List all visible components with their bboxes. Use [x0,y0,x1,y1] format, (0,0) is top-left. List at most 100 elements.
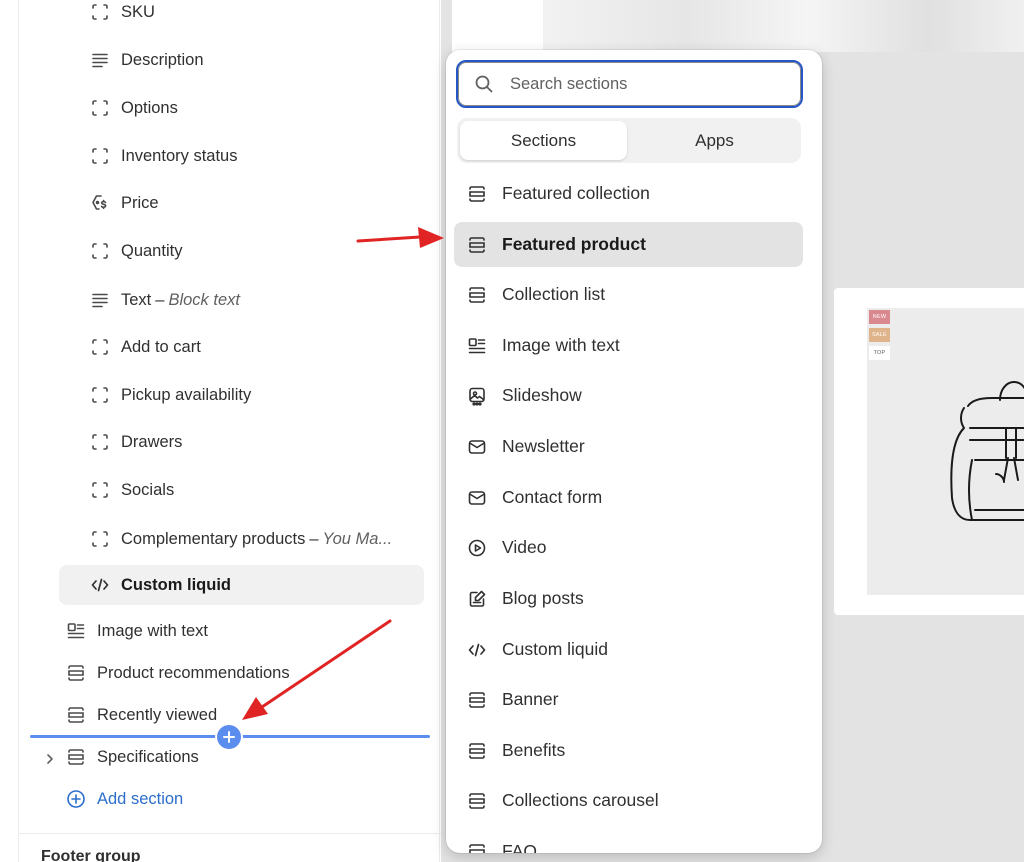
footer-group-heading: Footer group [41,848,141,862]
block-icon [89,145,111,167]
picker-item-label: Banner [502,689,559,709]
block-icon [89,97,111,119]
picker-item-label: Slideshow [502,385,582,405]
picker-item-benefits[interactable]: Benefits [454,728,803,773]
block-item-sku[interactable]: SKU [89,0,155,32]
slideshow-icon [466,385,488,407]
section-item-image-with-text[interactable]: Image with text [65,611,208,651]
picker-item-label: Collection list [502,284,606,304]
tab-apps[interactable]: Apps [631,121,798,160]
block-item-inventory-status[interactable]: Inventory status [89,136,237,176]
block-item-pickup-availability[interactable]: Pickup availability [89,375,251,415]
picker-item-label: Contact form [502,487,603,507]
block-label: Price [121,193,159,212]
block-item-quantity[interactable]: Quantity [89,231,182,271]
block-label: Custom liquid [121,575,231,594]
block-icon [89,240,111,262]
section-icon [466,841,488,853]
block-item-text[interactable]: Text – Block text [89,280,240,320]
block-label: Quantity [121,241,183,260]
divider [19,833,441,834]
search-input[interactable] [510,70,780,98]
block-label: Add to cart [121,337,201,356]
block-suffix-text: You Ma... [322,529,393,548]
block-item-complementary-products[interactable]: Complementary products – You Ma... [89,519,392,559]
insert-section-button[interactable] [215,723,243,751]
tab-sections[interactable]: Sections [460,121,627,160]
picker-item-label: Video [502,537,547,557]
block-label: Drawers [121,432,183,451]
block-label: Description [121,50,204,69]
block-label: Complementary products [121,529,306,548]
section-icon [466,234,488,256]
section-icon [466,689,488,711]
section-label: Product recommendations [97,663,290,682]
picker-item-banner[interactable]: Banner [454,677,803,722]
block-icon [89,384,111,406]
section-icon [466,790,488,812]
section-icon [65,746,87,768]
search-field[interactable] [456,60,803,108]
price-tag-icon [89,192,111,214]
picker-tabs: Sections Apps [457,118,801,163]
section-label: Specifications [97,747,199,766]
block-label: SKU [121,2,155,21]
image-text-icon [466,335,488,357]
section-item-specifications[interactable]: Specifications [65,737,199,777]
section-label: Recently viewed [97,705,218,724]
block-item-drawers[interactable]: Drawers [89,422,182,462]
block-label: Pickup availability [121,385,252,404]
badge-new: NEW [869,310,890,324]
picker-item-featured-collection[interactable]: Featured collection [454,171,803,216]
chevron-right-icon[interactable] [43,752,57,766]
image-text-icon [65,620,87,642]
block-item-custom-liquid[interactable]: Custom liquid [59,565,424,605]
picker-item-label: Collections carousel [502,790,659,810]
left-gutter [0,0,18,862]
picker-item-faq[interactable]: FAQ [454,829,803,853]
section-picker-popover: Sections Apps Featured collection Featur… [446,50,822,853]
section-icon [466,740,488,762]
text-lines-icon [89,49,111,71]
section-item-recently-viewed[interactable]: Recently viewed [65,695,217,735]
picker-item-custom-liquid[interactable]: Custom liquid [454,627,803,672]
block-icon [89,479,111,501]
picker-item-label: Image with text [502,335,620,355]
section-icon [65,662,87,684]
add-section-button[interactable]: Add section [65,779,183,819]
block-item-add-to-cart[interactable]: Add to cart [89,327,201,367]
block-suffix: – Block text [155,291,240,310]
picker-item-slideshow[interactable]: Slideshow [454,373,803,418]
picker-item-label: FAQ [502,841,538,853]
backpack-illustration [950,381,1024,521]
block-item-options[interactable]: Options [89,88,178,128]
picker-item-collection-list[interactable]: Collection list [454,272,803,317]
section-label: Image with text [97,621,208,640]
plus-circle-icon [65,788,87,810]
blog-icon [466,588,488,610]
picker-item-collections-carousel[interactable]: Collections carousel [454,778,803,823]
block-label: Text [121,290,152,309]
add-section-label: Add section [97,789,184,808]
block-label: Inventory status [121,146,238,165]
preview-hero-image [543,0,1024,52]
block-icon [89,1,111,23]
block-item-description[interactable]: Description [89,40,204,80]
section-item-product-recommendations[interactable]: Product recommendations [65,653,290,693]
block-item-socials[interactable]: Socials [89,470,174,510]
picker-item-newsletter[interactable]: Newsletter [454,424,803,469]
plus-icon [223,731,235,743]
picker-item-blog-posts[interactable]: Blog posts [454,576,803,621]
picker-item-label: Featured product [502,234,646,254]
suffix-dash: – [309,529,319,548]
picker-item-contact-form[interactable]: Contact form [454,475,803,520]
section-icon [65,704,87,726]
envelope-icon [466,436,488,458]
text-lines-icon [89,289,111,311]
picker-item-image-with-text[interactable]: Image with text [454,323,803,368]
block-label: Socials [121,480,175,499]
code-icon [466,639,488,661]
block-item-price[interactable]: Price [89,183,159,223]
picker-item-video[interactable]: Video [454,525,803,570]
picker-item-featured-product[interactable]: Featured product [454,222,803,267]
